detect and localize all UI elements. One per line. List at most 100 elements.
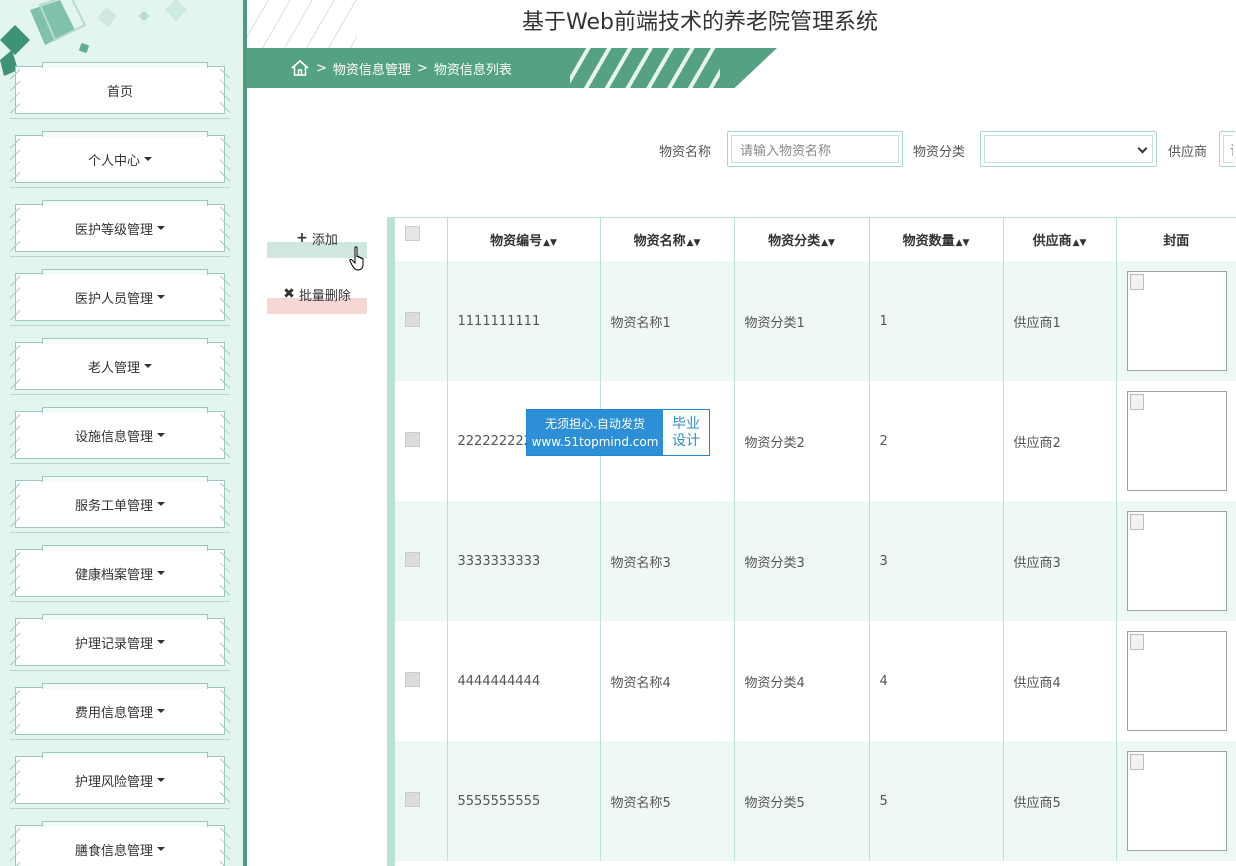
sidebar-item[interactable]: 首页 xyxy=(10,62,230,119)
hatch-decoration xyxy=(220,414,230,458)
sort-icon: ▲▼ xyxy=(821,238,835,248)
cell-name: 物资名称5 xyxy=(600,741,735,861)
watermark-line1: 无须担心.自动发货 xyxy=(545,416,645,431)
hatch-decoration xyxy=(10,414,20,458)
hatch-decoration xyxy=(220,552,230,596)
breadcrumb-item-material-mgmt[interactable]: 物资信息管理 xyxy=(333,59,411,78)
column-header-name[interactable]: 物资名称▲▼ xyxy=(600,218,735,261)
cell-category: 物资分类2 xyxy=(734,381,870,501)
header-decoration xyxy=(247,0,357,48)
column-header-category[interactable]: 物资分类▲▼ xyxy=(734,218,870,261)
add-button-label: 添加 xyxy=(311,232,338,248)
broken-image-icon[interactable] xyxy=(1126,271,1227,371)
cell-supplier: 供应商4 xyxy=(1003,621,1117,741)
sidebar-item[interactable]: 费用信息管理 xyxy=(10,683,230,740)
cell-cover xyxy=(1116,621,1236,741)
sidebar-divider xyxy=(243,0,247,866)
select-all-cell xyxy=(395,218,448,261)
table-header-row: 物资编号▲▼ 物资名称▲▼ 物资分类▲▼ 物资数量▲▼ 供应商▲▼ 封面 xyxy=(395,218,1236,261)
select-all-checkbox[interactable] xyxy=(405,226,420,241)
watermark-badge: 无须担心.自动发货 www.51topmind.com 毕业 设计 xyxy=(526,409,710,456)
broken-image-icon[interactable] xyxy=(1126,511,1227,611)
row-checkbox[interactable] xyxy=(405,671,420,687)
supplier-search-input[interactable]: 请 xyxy=(1219,131,1236,167)
hatch-decoration xyxy=(10,552,20,596)
column-header-code[interactable]: 物资编号▲▼ xyxy=(447,218,601,261)
hatch-decoration xyxy=(220,690,230,734)
hatch-decoration xyxy=(220,759,230,803)
hatch-decoration xyxy=(10,207,20,251)
cell-cover xyxy=(1116,261,1236,381)
row-checkbox[interactable] xyxy=(405,551,420,567)
row-select-cell xyxy=(395,381,448,501)
sidebar-item-label: 首页 xyxy=(106,84,133,100)
cell-name: 物资名称4 xyxy=(600,621,735,741)
broken-image-icon[interactable] xyxy=(1126,631,1227,731)
plus-icon: + xyxy=(296,230,308,246)
cell-supplier: 供应商1 xyxy=(1003,261,1117,381)
home-icon[interactable] xyxy=(290,58,310,78)
broken-image-icon[interactable] xyxy=(1126,751,1227,851)
row-checkbox[interactable] xyxy=(405,311,420,327)
hatch-decoration xyxy=(220,276,230,320)
broken-image-icon[interactable] xyxy=(1126,391,1227,491)
sidebar-item[interactable]: 膳食信息管理 xyxy=(10,821,230,866)
row-checkbox[interactable] xyxy=(405,791,420,807)
sidebar-item[interactable]: 医护等级管理 xyxy=(10,200,230,257)
watermark-right2: 设计 xyxy=(672,432,700,449)
sidebar-item-label: 服务工单管理 xyxy=(74,498,153,514)
app-title: 基于Web前端技术的养老院管理系统 xyxy=(522,10,878,35)
sidebar-item[interactable]: 护理风险管理 xyxy=(10,752,230,809)
cell-category: 物资分类3 xyxy=(734,501,870,621)
name-search-placeholder: 请输入物资名称 xyxy=(731,135,899,163)
category-select[interactable] xyxy=(980,131,1157,167)
sidebar-item[interactable]: 老人管理 xyxy=(10,338,230,395)
hatch-decoration xyxy=(10,621,20,665)
hand-cursor-icon xyxy=(349,246,364,271)
sidebar-item[interactable]: 设施信息管理 xyxy=(10,407,230,464)
caret-down-icon xyxy=(144,157,152,161)
sidebar-item-label: 设施信息管理 xyxy=(74,429,153,445)
material-table: 物资编号▲▼ 物资名称▲▼ 物资分类▲▼ 物资数量▲▼ 供应商▲▼ 封面 111… xyxy=(387,217,1236,866)
cell-supplier: 供应商3 xyxy=(1003,501,1117,621)
cell-code: 1111111111 xyxy=(447,261,601,381)
caret-down-icon xyxy=(144,364,152,368)
sidebar-item-label: 护理风险管理 xyxy=(74,774,153,790)
column-header-cover: 封面 xyxy=(1116,218,1236,261)
sort-icon: ▲▼ xyxy=(543,238,557,248)
sidebar-item-label: 护理记录管理 xyxy=(74,636,153,652)
column-header-quantity[interactable]: 物资数量▲▼ xyxy=(869,218,1004,261)
cell-category: 物资分类5 xyxy=(734,741,870,861)
column-header-supplier[interactable]: 供应商▲▼ xyxy=(1003,218,1117,261)
caret-down-icon xyxy=(157,295,165,299)
supplier-search-placeholder: 请 xyxy=(1223,135,1233,163)
breadcrumb-separator: > xyxy=(416,60,428,76)
cell-cover xyxy=(1116,741,1236,861)
sidebar-item[interactable]: 护理记录管理 xyxy=(10,614,230,671)
hatch-decoration xyxy=(220,621,230,665)
supplier-search-label: 供应商 xyxy=(1168,145,1208,160)
name-search-input[interactable]: 请输入物资名称 xyxy=(727,131,903,167)
row-checkbox[interactable] xyxy=(405,431,420,447)
cell-quantity: 3 xyxy=(869,501,1004,621)
cell-name: 物资名称3 xyxy=(600,501,735,621)
cell-quantity: 5 xyxy=(869,741,1004,861)
image-placeholder-icon xyxy=(1129,514,1144,530)
image-placeholder-icon xyxy=(1129,634,1144,650)
cell-category: 物资分类4 xyxy=(734,621,870,741)
x-icon: ✖ xyxy=(283,286,295,302)
table-row: 1111111111 物资名称1 物资分类1 1 供应商1 xyxy=(395,261,1236,381)
hatch-decoration xyxy=(10,690,20,734)
hatch-decoration xyxy=(10,276,20,320)
sidebar-item[interactable]: 医护人员管理 xyxy=(10,269,230,326)
sidebar-item[interactable]: 个人中心 xyxy=(10,131,230,188)
sidebar-item[interactable]: 健康档案管理 xyxy=(10,545,230,602)
cell-code: 5555555555 xyxy=(447,741,601,861)
hatch-decoration xyxy=(220,207,230,251)
hatch-decoration xyxy=(10,138,20,182)
caret-down-icon xyxy=(157,226,165,230)
cell-code: 4444444444 xyxy=(447,621,601,741)
cell-supplier: 供应商2 xyxy=(1003,381,1117,501)
batch-delete-button[interactable]: ✖ 批量删除 xyxy=(267,274,367,314)
sidebar-item[interactable]: 服务工单管理 xyxy=(10,476,230,533)
